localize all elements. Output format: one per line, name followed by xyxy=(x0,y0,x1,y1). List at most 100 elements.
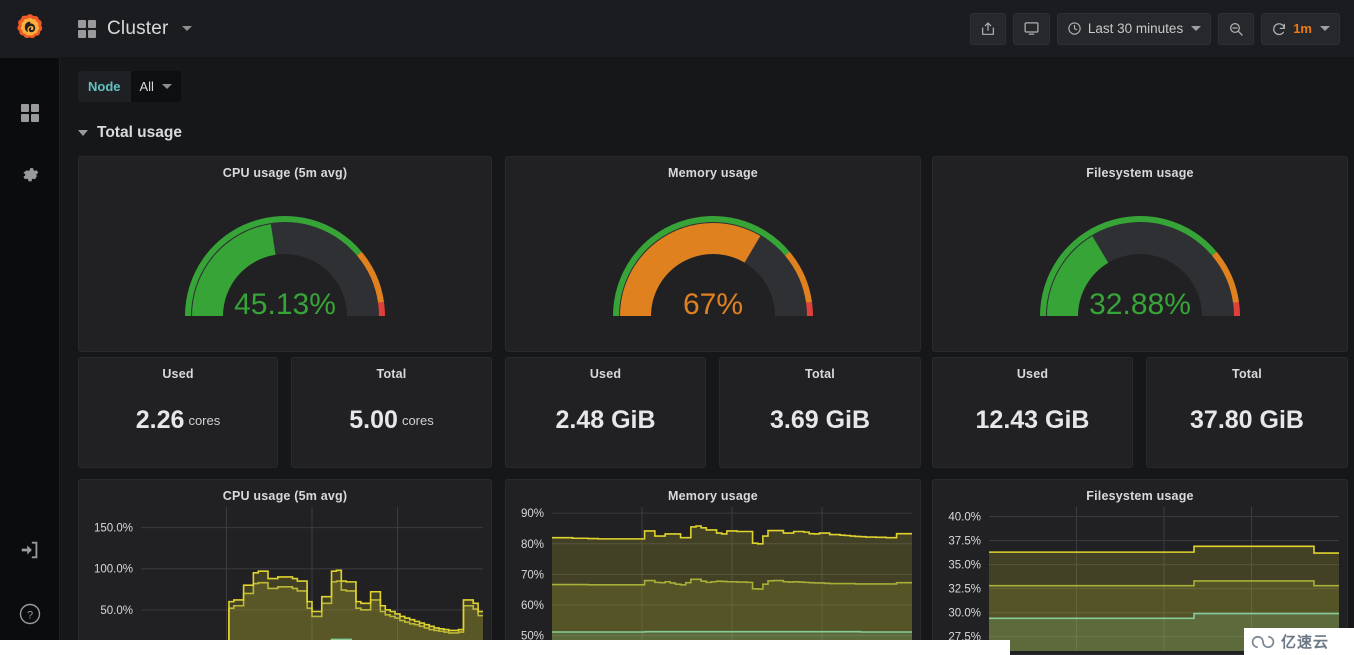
svg-text:?: ? xyxy=(26,610,32,622)
stat-body: 5.00 cores xyxy=(292,381,491,460)
grafana-dashboard: ? Cluster Last 30 minutes 1m Node All To… xyxy=(0,0,1354,655)
stat-panel-title: Used xyxy=(589,367,622,381)
tv-mode-button[interactable] xyxy=(1012,12,1050,45)
gauge-value: 45.13% xyxy=(234,288,336,321)
graph-panel-title: Memory usage xyxy=(668,489,758,503)
gauge-body: 67% xyxy=(506,180,920,346)
sign-in-icon xyxy=(21,541,37,559)
stat-value: 37.80 GiB xyxy=(1190,406,1304,434)
watermark: 亿速云 xyxy=(1244,628,1354,655)
stat-unit: cores xyxy=(188,413,221,428)
sidebar-item-sign-in[interactable] xyxy=(0,529,60,571)
search-minus-icon xyxy=(1230,22,1243,36)
stat-panel-3: Total 3.69 GiB xyxy=(719,357,921,468)
toolbar: Last 30 minutes 1m xyxy=(969,12,1340,45)
sidebar: ? xyxy=(0,0,60,655)
row-header-total-usage[interactable]: Total usage xyxy=(78,120,1348,146)
graph-svg-1[interactable]: 90%80%70%60%50% xyxy=(506,503,920,651)
stat-body: 12.43 GiB xyxy=(933,381,1132,460)
y-axis-tick: 60% xyxy=(521,600,544,612)
stat-body: 3.69 GiB xyxy=(720,381,920,460)
y-axis-tick: 70% xyxy=(521,569,544,581)
stat-unit: cores xyxy=(401,413,434,428)
gauge-panel-1: Memory usage 67% xyxy=(505,156,921,352)
gear-icon xyxy=(23,168,38,182)
variables-submenu: Node All xyxy=(60,58,1354,114)
time-range-label: Last 30 minutes xyxy=(1087,21,1184,36)
y-axis-tick: 50.0% xyxy=(100,605,133,617)
graph-panel-title: Filesystem usage xyxy=(1086,489,1194,503)
dashboard-title-picker[interactable]: Cluster xyxy=(78,18,192,40)
share-icon xyxy=(981,21,994,35)
gauge-1: 67% xyxy=(613,216,813,321)
sidebar-item-dashboards[interactable] xyxy=(0,92,60,134)
dashboard-grid-icon xyxy=(20,104,39,122)
screenshot-truncation-band xyxy=(0,640,1010,655)
gauge-panel-0: CPU usage (5m avg) 45.13% xyxy=(78,156,492,352)
chevron-down-icon xyxy=(161,83,172,89)
refresh-button[interactable]: 1m xyxy=(1261,12,1340,45)
y-axis-tick: 90% xyxy=(521,508,544,520)
stat-panel-title: Used xyxy=(1016,367,1049,381)
gauge-panel-title: CPU usage (5m avg) xyxy=(222,166,348,180)
stat-panel-4: Used 12.43 GiB xyxy=(932,357,1133,468)
chevron-down-icon xyxy=(181,26,192,31)
page-title: Cluster xyxy=(107,17,169,39)
top-navbar: Cluster Last 30 minutes 1m xyxy=(60,0,1354,58)
y-axis-tick: 80% xyxy=(521,539,544,551)
y-axis-tick: 30.0% xyxy=(948,608,981,620)
gauge-value: 67% xyxy=(683,288,743,321)
stat-panel-0: Used 2.26 cores xyxy=(78,357,278,468)
stat-body: 37.80 GiB xyxy=(1147,381,1347,460)
variable-node-value: All xyxy=(139,78,154,94)
chevron-down-icon xyxy=(78,130,88,136)
variable-node-label: Node xyxy=(88,78,121,94)
stat-value: 3.69 GiB xyxy=(769,406,871,434)
stat-value: 2.48 GiB xyxy=(555,406,656,434)
share-button[interactable] xyxy=(969,12,1006,45)
sidebar-item-help[interactable]: ? xyxy=(0,593,60,635)
stat-panel-title: Used xyxy=(162,367,194,381)
stat-value: 2.26 xyxy=(135,406,185,434)
y-axis-tick: 40.0% xyxy=(948,512,981,524)
graph-svg-0[interactable]: 150.0% 100.0% 50.0% xyxy=(79,503,491,651)
y-axis-tick: 37.5% xyxy=(948,536,981,548)
y-axis-tick: 32.5% xyxy=(948,584,981,596)
graph-plot: 150.0% 100.0% 50.0% xyxy=(79,503,491,651)
gauge-body: 32.88% xyxy=(933,180,1347,346)
gauge-2: 32.88% xyxy=(1040,216,1240,321)
graph-plot: 90% 80% 70% 60% 50% xyxy=(506,503,920,651)
zoom-out-button[interactable] xyxy=(1218,12,1255,45)
variable-node-dropdown[interactable]: All xyxy=(130,70,181,102)
stat-panel-title: Total xyxy=(376,367,407,381)
help-circle-icon: ? xyxy=(19,603,40,625)
stat-panel-title: Total xyxy=(1232,367,1262,381)
refresh-icon xyxy=(1273,22,1286,35)
variable-node: Node All xyxy=(78,70,181,102)
gauge-panel-title: Memory usage xyxy=(668,166,758,180)
y-axis-tick: 100.0% xyxy=(94,564,133,576)
stat-panel-5: Total 37.80 GiB xyxy=(1146,357,1348,468)
watermark-text: 亿速云 xyxy=(1281,634,1330,651)
sidebar-item-configuration[interactable] xyxy=(0,154,60,196)
stat-panel-2: Used 2.48 GiB xyxy=(505,357,706,468)
stat-panel-title: Total xyxy=(805,367,835,381)
gauge-0: 45.13% xyxy=(185,216,385,321)
time-range-picker[interactable]: Last 30 minutes xyxy=(1056,12,1212,45)
graph-panel-1: Memory usage 90% 80% 70% 60% 50% xyxy=(505,479,921,655)
gauge-panel-title: Filesystem usage xyxy=(1086,166,1194,180)
series-area-requests xyxy=(552,525,912,651)
grafana-logo[interactable] xyxy=(0,0,60,58)
y-axis-tick: 35.0% xyxy=(948,560,981,572)
gauge-body: 45.13% xyxy=(79,180,491,346)
stat-body: 2.48 GiB xyxy=(506,381,705,460)
stat-value: 5.00 xyxy=(349,406,398,434)
gauge-value: 32.88% xyxy=(1089,288,1191,321)
stat-panel-1: Total 5.00 cores xyxy=(291,357,492,468)
row-title: Total usage xyxy=(97,124,182,141)
graph-panel-title: CPU usage (5m avg) xyxy=(222,489,348,503)
grafana-logo-icon xyxy=(16,14,42,39)
refresh-interval-label: 1m xyxy=(1293,21,1312,36)
y-axis-tick: 150.0% xyxy=(94,523,133,535)
chevron-down-icon xyxy=(1191,26,1202,31)
